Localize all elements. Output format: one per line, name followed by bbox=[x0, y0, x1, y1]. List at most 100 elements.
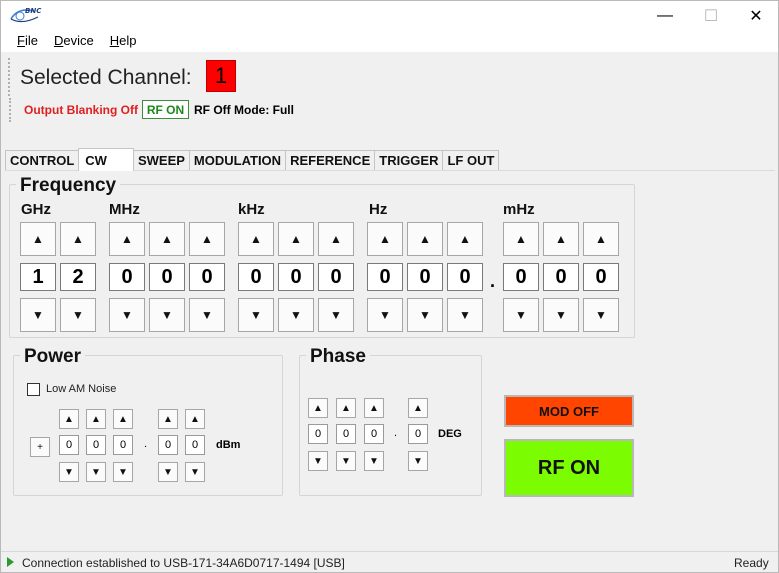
menu-file[interactable]: File bbox=[9, 31, 46, 51]
power-dec-digit-2[interactable]: 0 bbox=[185, 435, 205, 455]
power-dec-2-up-button[interactable]: ▲ bbox=[185, 409, 205, 429]
freq-khz-digit-1[interactable]: 0 bbox=[238, 263, 274, 291]
power-int-digit-2[interactable]: 0 bbox=[86, 435, 106, 455]
freq-hz-2-down-button[interactable]: ▼ bbox=[407, 298, 443, 332]
maximize-button[interactable]: ☐ bbox=[688, 1, 734, 30]
freq-hz-1-up-button[interactable]: ▲ bbox=[367, 222, 403, 256]
phase-int-digit-2[interactable]: 0 bbox=[336, 424, 356, 444]
phase-int-3-down-button[interactable]: ▼ bbox=[364, 451, 384, 471]
power-int-2-up-button[interactable]: ▲ bbox=[86, 409, 106, 429]
rf-off-mode-status: RF Off Mode: Full bbox=[194, 103, 294, 117]
freq-hz-digit-1[interactable]: 0 bbox=[367, 263, 403, 291]
phase-decimal-point: . bbox=[394, 427, 398, 439]
freq-millihz-1-down-button[interactable]: ▼ bbox=[503, 298, 539, 332]
freq-mhz-1-up-button[interactable]: ▲ bbox=[109, 222, 145, 256]
minimize-button[interactable]: — bbox=[642, 1, 688, 30]
freq-ghz-2-down-button[interactable]: ▼ bbox=[60, 298, 96, 332]
tab-reference[interactable]: REFERENCE bbox=[285, 150, 376, 170]
menu-device[interactable]: Device bbox=[46, 31, 102, 51]
freq-ghz-digit-2[interactable]: 2 bbox=[60, 263, 96, 291]
power-int-1-up-button[interactable]: ▲ bbox=[59, 409, 79, 429]
power-int-3-up-button[interactable]: ▲ bbox=[113, 409, 133, 429]
phase-int-2-up-button[interactable]: ▲ bbox=[336, 398, 356, 418]
phase-int-3-up-button[interactable]: ▲ bbox=[364, 398, 384, 418]
freq-mhz-2-up-button[interactable]: ▲ bbox=[149, 222, 185, 256]
freq-khz-1-down-button[interactable]: ▼ bbox=[238, 298, 274, 332]
freq-hz-1-down-button[interactable]: ▼ bbox=[367, 298, 403, 332]
freq-millihz-digit-2[interactable]: 0 bbox=[543, 263, 579, 291]
tab-cw[interactable]: CW bbox=[78, 148, 134, 171]
freq-ghz-1-up-button[interactable]: ▲ bbox=[20, 222, 56, 256]
menu-bar: File Device Help bbox=[1, 30, 778, 52]
freq-mhz-digit-3[interactable]: 0 bbox=[189, 263, 225, 291]
freq-khz-3-up-button[interactable]: ▲ bbox=[318, 222, 354, 256]
power-int-digit-1[interactable]: 0 bbox=[59, 435, 79, 455]
tab-trigger[interactable]: TRIGGER bbox=[374, 150, 444, 170]
power-dec-digit-1[interactable]: 0 bbox=[158, 435, 178, 455]
close-button[interactable]: ✕ bbox=[733, 1, 779, 30]
freq-khz-2-up-button[interactable]: ▲ bbox=[278, 222, 314, 256]
power-int-3-down-button[interactable]: ▼ bbox=[113, 462, 133, 482]
freq-millihz-2-up-button[interactable]: ▲ bbox=[543, 222, 579, 256]
tab-control[interactable]: CONTROL bbox=[5, 150, 80, 170]
freq-mhz-1-down-button[interactable]: ▼ bbox=[109, 298, 145, 332]
tab-lf-out[interactable]: LF OUT bbox=[442, 150, 500, 170]
freq-millihz-3-up-button[interactable]: ▲ bbox=[583, 222, 619, 256]
power-dec-1-up-button[interactable]: ▲ bbox=[158, 409, 178, 429]
freq-ghz-1-down-button[interactable]: ▼ bbox=[20, 298, 56, 332]
freq-millihz-3-down-button[interactable]: ▼ bbox=[583, 298, 619, 332]
power-int-digit-3[interactable]: 0 bbox=[113, 435, 133, 455]
freq-millihz-2-down-button[interactable]: ▼ bbox=[543, 298, 579, 332]
freq-mhz-digit-2[interactable]: 0 bbox=[149, 263, 185, 291]
unit-label-khz: kHz bbox=[238, 201, 265, 218]
output-blanking-status: Output Blanking Off bbox=[24, 103, 138, 117]
freq-khz-1-up-button[interactable]: ▲ bbox=[238, 222, 274, 256]
freq-hz-3-up-button[interactable]: ▲ bbox=[447, 222, 483, 256]
tab-modulation[interactable]: MODULATION bbox=[188, 150, 287, 170]
phase-int-digit-1[interactable]: 0 bbox=[308, 424, 328, 444]
freq-khz-2-down-button[interactable]: ▼ bbox=[278, 298, 314, 332]
freq-millihz-digit-3[interactable]: 0 bbox=[583, 263, 619, 291]
power-group: Power bbox=[13, 346, 283, 496]
phase-int-1-down-button[interactable]: ▼ bbox=[308, 451, 328, 471]
power-int-2-down-button[interactable]: ▼ bbox=[86, 462, 106, 482]
low-am-noise-checkbox[interactable] bbox=[27, 383, 40, 396]
freq-millihz-digit-1[interactable]: 0 bbox=[503, 263, 539, 291]
rf-on-button[interactable]: RF ON bbox=[504, 439, 634, 497]
freq-khz-3-down-button[interactable]: ▼ bbox=[318, 298, 354, 332]
freq-hz-digit-2[interactable]: 0 bbox=[407, 263, 443, 291]
phase-dec-digit-1[interactable]: 0 bbox=[408, 424, 428, 444]
title-bar: BNC — ☐ ✕ bbox=[1, 1, 778, 30]
app-window: BNC — ☐ ✕ File Device Help Selected Chan… bbox=[0, 0, 779, 573]
phase-dec-1-down-button[interactable]: ▼ bbox=[408, 451, 428, 471]
power-dec-2-down-button[interactable]: ▼ bbox=[185, 462, 205, 482]
freq-ghz-digit-1[interactable]: 1 bbox=[20, 263, 56, 291]
menu-help[interactable]: Help bbox=[102, 31, 145, 51]
freq-khz-digit-3[interactable]: 0 bbox=[318, 263, 354, 291]
phase-int-1-up-button[interactable]: ▲ bbox=[308, 398, 328, 418]
logo-text: BNC bbox=[25, 7, 42, 15]
freq-mhz-digit-1[interactable]: 0 bbox=[109, 263, 145, 291]
power-int-1-down-button[interactable]: ▼ bbox=[59, 462, 79, 482]
unit-label-millihz: mHz bbox=[503, 201, 535, 218]
freq-mhz-3-down-button[interactable]: ▼ bbox=[189, 298, 225, 332]
tab-sweep[interactable]: SWEEP bbox=[132, 150, 190, 170]
mod-off-button[interactable]: MOD OFF bbox=[504, 395, 634, 427]
freq-ghz-2-up-button[interactable]: ▲ bbox=[60, 222, 96, 256]
power-sign-button[interactable]: + bbox=[30, 437, 50, 457]
freq-hz-2-up-button[interactable]: ▲ bbox=[407, 222, 443, 256]
frequency-title: Frequency bbox=[16, 175, 121, 197]
unit-label-mhz: MHz bbox=[109, 201, 140, 218]
freq-khz-digit-2[interactable]: 0 bbox=[278, 263, 314, 291]
freq-millihz-1-up-button[interactable]: ▲ bbox=[503, 222, 539, 256]
power-dec-1-down-button[interactable]: ▼ bbox=[158, 462, 178, 482]
ready-status: Ready bbox=[734, 556, 769, 570]
freq-hz-digit-3[interactable]: 0 bbox=[447, 263, 483, 291]
phase-int-digit-3[interactable]: 0 bbox=[364, 424, 384, 444]
phase-dec-1-up-button[interactable]: ▲ bbox=[408, 398, 428, 418]
selected-channel-number[interactable]: 1 bbox=[206, 60, 236, 92]
freq-hz-3-down-button[interactable]: ▼ bbox=[447, 298, 483, 332]
freq-mhz-2-down-button[interactable]: ▼ bbox=[149, 298, 185, 332]
phase-int-2-down-button[interactable]: ▼ bbox=[336, 451, 356, 471]
freq-mhz-3-up-button[interactable]: ▲ bbox=[189, 222, 225, 256]
